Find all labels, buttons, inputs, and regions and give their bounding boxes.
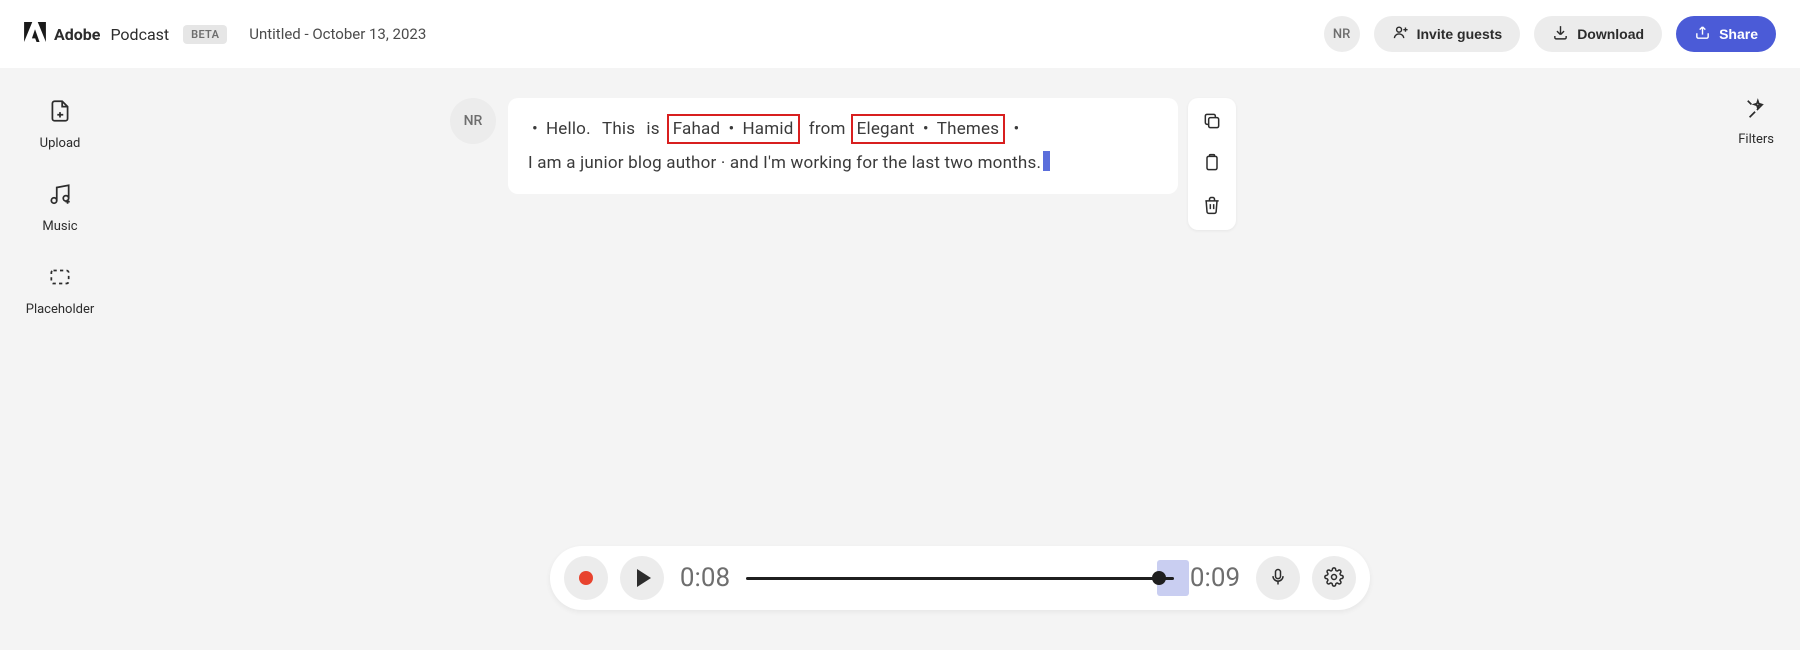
sidebar-item-upload[interactable]: Upload — [40, 98, 81, 151]
pause-dot-icon: • — [1013, 119, 1019, 139]
gear-icon — [1324, 567, 1344, 590]
main-area: Upload Music Placeholder NR • Hello. Thi… — [0, 68, 1800, 650]
pause-dot-icon: • — [729, 119, 735, 139]
delete-button[interactable] — [1200, 194, 1224, 218]
mic-button[interactable] — [1256, 556, 1300, 600]
sidebar-label-music: Music — [42, 219, 77, 234]
invite-label: Invite guests — [1417, 26, 1503, 42]
music-icon — [47, 181, 73, 211]
left-sidebar: Upload Music Placeholder — [0, 68, 120, 650]
sidebar-item-music[interactable]: Music — [42, 181, 77, 234]
record-icon — [579, 571, 593, 585]
clipboard-icon — [1202, 153, 1222, 176]
copy-button[interactable] — [1200, 110, 1224, 134]
adobe-logo-icon — [24, 22, 46, 46]
filters-label: Filters — [1738, 132, 1774, 147]
beta-badge: BETA — [183, 25, 227, 44]
sidebar-item-placeholder[interactable]: Placeholder — [26, 264, 95, 317]
copy-icon — [1202, 111, 1222, 134]
word[interactable]: Elegant — [857, 119, 915, 139]
text-caret — [1043, 151, 1050, 171]
share-icon — [1694, 24, 1711, 44]
transcript-block: NR • Hello. This is Fahad • Hamid from E… — [450, 98, 1178, 194]
time-current: 0:08 — [676, 563, 734, 593]
brand-main: Adobe — [54, 25, 100, 44]
transcript-line2-text[interactable]: I am a junior blog author · and I'm work… — [528, 153, 1041, 173]
microphone-icon — [1268, 567, 1288, 590]
upload-icon — [47, 98, 73, 128]
pause-dot-icon: • — [923, 119, 929, 139]
play-icon — [637, 569, 651, 587]
word[interactable]: Themes — [937, 119, 999, 139]
sidebar-item-filters[interactable]: Filters — [1738, 98, 1774, 147]
word[interactable]: from — [809, 119, 846, 139]
highlight-box-2[interactable]: Elegant • Themes — [851, 114, 1006, 144]
speaker-avatar[interactable]: NR — [450, 98, 496, 144]
invite-guests-button[interactable]: Invite guests — [1374, 16, 1521, 52]
transcript-line-1[interactable]: • Hello. This is Fahad • Hamid from Eleg… — [528, 112, 1158, 146]
pause-dot-icon: • — [532, 119, 538, 139]
word[interactable]: Fahad — [673, 119, 721, 139]
timeline-track[interactable] — [746, 562, 1174, 594]
download-icon — [1552, 24, 1569, 44]
brand[interactable]: Adobe Podcast BETA — [24, 22, 227, 46]
brand-sub: Podcast — [110, 25, 169, 44]
record-button[interactable] — [564, 556, 608, 600]
placeholder-icon — [47, 264, 73, 294]
timeline-line — [746, 577, 1174, 580]
sidebar-label-upload: Upload — [40, 136, 81, 151]
document-title[interactable]: Untitled - October 13, 2023 — [249, 25, 426, 43]
word[interactable]: This — [602, 119, 635, 139]
content-area: NR • Hello. This is Fahad • Hamid from E… — [120, 68, 1800, 650]
play-button[interactable] — [620, 556, 664, 600]
header-actions: NR Invite guests Download Share — [1324, 16, 1776, 52]
share-button[interactable]: Share — [1676, 16, 1776, 52]
clipboard-button[interactable] — [1200, 152, 1224, 176]
transcript-line-2[interactable]: I am a junior blog author · and I'm work… — [528, 146, 1158, 180]
word[interactable]: Hamid — [742, 119, 793, 139]
download-button[interactable]: Download — [1534, 16, 1662, 52]
filters-icon — [1745, 98, 1767, 124]
settings-button[interactable] — [1312, 556, 1356, 600]
person-add-icon — [1392, 24, 1409, 44]
player-bar: 0:08 0:09 — [550, 546, 1370, 610]
word[interactable]: Hello. — [546, 119, 591, 139]
transcript-card[interactable]: • Hello. This is Fahad • Hamid from Eleg… — [508, 98, 1178, 194]
trash-icon — [1202, 195, 1222, 218]
download-label: Download — [1577, 26, 1644, 42]
sidebar-label-placeholder: Placeholder — [26, 302, 95, 317]
user-avatar[interactable]: NR — [1324, 16, 1360, 52]
time-total: 0:09 — [1186, 563, 1244, 593]
app-header: Adobe Podcast BETA Untitled - October 13… — [0, 0, 1800, 68]
share-label: Share — [1719, 26, 1758, 42]
transcript-tools — [1188, 98, 1236, 230]
timeline-playhead[interactable] — [1152, 571, 1166, 585]
highlight-box-1[interactable]: Fahad • Hamid — [667, 114, 800, 144]
word[interactable]: is — [646, 119, 659, 139]
